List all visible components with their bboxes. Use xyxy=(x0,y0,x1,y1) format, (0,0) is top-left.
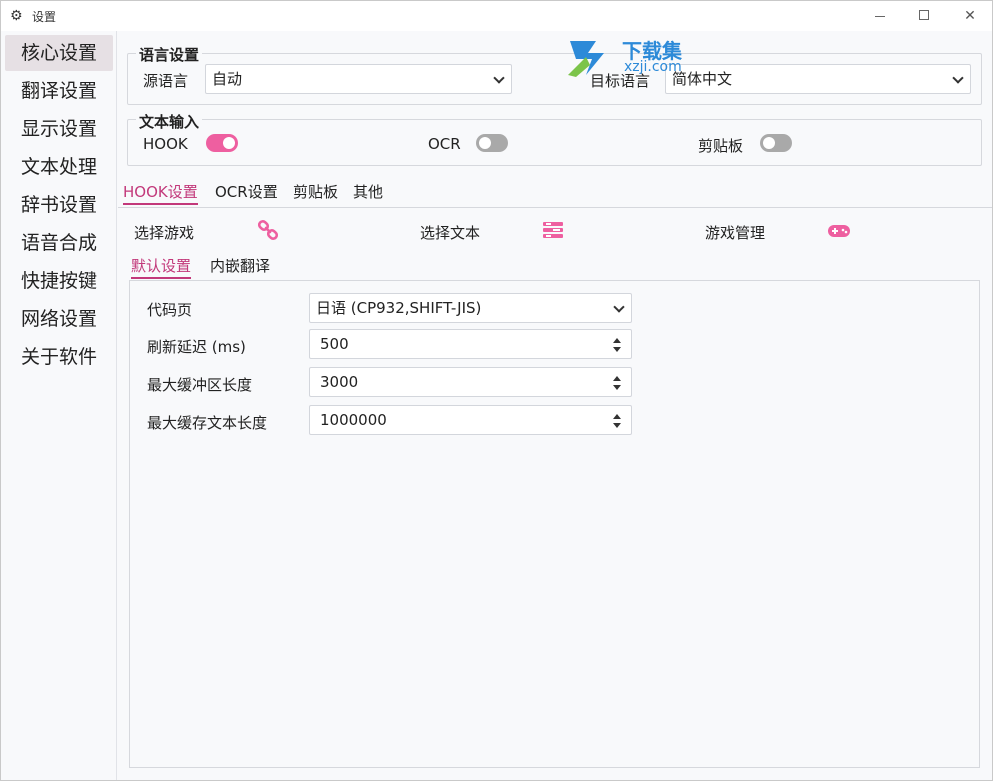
minimize-icon xyxy=(875,15,885,17)
spin-up-icon[interactable] xyxy=(613,414,621,419)
chevron-down-icon xyxy=(613,301,625,313)
minimize-button[interactable] xyxy=(857,1,903,31)
sidebar-item-hotkeys[interactable]: 快捷按键 xyxy=(5,263,113,299)
maximize-button[interactable] xyxy=(901,1,947,31)
codepage-label: 代码页 xyxy=(147,301,193,319)
sidebar-item-display[interactable]: 显示设置 xyxy=(5,111,113,147)
game-manage-label: 游戏管理 xyxy=(705,224,766,242)
list-icon[interactable] xyxy=(542,219,564,241)
watermark-url: xzji.com xyxy=(624,59,682,75)
source-language-select[interactable]: 自动 xyxy=(205,64,512,94)
sidebar-item-text-processing[interactable]: 文本处理 xyxy=(5,149,113,185)
sidebar-item-network[interactable]: 网络设置 xyxy=(5,301,113,337)
refresh-delay-label: 刷新延迟 (ms) xyxy=(147,338,246,356)
title-bar: ⚙ 设置 ✕ xyxy=(1,1,992,31)
clipboard-label: 剪贴板 xyxy=(698,137,744,155)
source-language-label: 源语言 xyxy=(143,72,189,90)
select-game-label: 选择游戏 xyxy=(134,224,195,242)
max-cache-label: 最大缓存文本长度 xyxy=(147,414,268,432)
tab-ocr-settings[interactable]: OCR设置 xyxy=(215,181,278,205)
language-group-title: 语言设置 xyxy=(136,44,203,65)
close-icon: ✕ xyxy=(964,8,976,24)
hook-toggle[interactable] xyxy=(206,134,238,152)
subtab-default-settings[interactable]: 默认设置 xyxy=(131,255,192,279)
sidebar-item-core[interactable]: 核心设置 xyxy=(5,35,113,71)
codepage-value: 日语 (CP932,SHIFT-JIS) xyxy=(316,299,482,317)
sidebar: 核心设置 翻译设置 显示设置 文本处理 辞书设置 语音合成 快捷按键 网络设置 … xyxy=(1,31,117,780)
chevron-down-icon xyxy=(493,72,505,84)
max-buffer-value: 3000 xyxy=(320,373,359,391)
tab-other[interactable]: 其他 xyxy=(353,181,383,205)
tab-clipboard[interactable]: 剪贴板 xyxy=(293,181,338,205)
toggle-knob xyxy=(763,137,775,149)
maximize-icon xyxy=(919,10,929,20)
settings-window: ⚙ 设置 ✕ 核心设置 翻译设置 显示设置 文本处理 辞书设置 语音合成 快捷按… xyxy=(0,0,993,781)
spin-down-icon[interactable] xyxy=(613,347,621,352)
subtab-embedded-translation[interactable]: 内嵌翻译 xyxy=(210,255,270,279)
toggle-knob xyxy=(223,137,235,149)
gear-icon: ⚙ xyxy=(10,8,23,24)
source-language-value: 自动 xyxy=(212,70,243,88)
close-button[interactable]: ✕ xyxy=(947,1,993,31)
window-title: 设置 xyxy=(32,10,57,24)
spin-down-icon[interactable] xyxy=(613,423,621,428)
max-buffer-label: 最大缓冲区长度 xyxy=(147,376,253,394)
target-language-select[interactable]: 简体中文 xyxy=(665,64,971,94)
codepage-select[interactable]: 日语 (CP932,SHIFT-JIS) xyxy=(309,293,632,323)
spin-up-icon[interactable] xyxy=(613,376,621,381)
max-cache-spinbox[interactable]: 1000000 xyxy=(309,405,632,435)
text-input-group-title: 文本输入 xyxy=(136,111,203,132)
toggle-knob xyxy=(479,137,491,149)
tab-hook-settings[interactable]: HOOK设置 xyxy=(123,181,198,205)
link-icon[interactable] xyxy=(257,219,279,241)
refresh-delay-spinbox[interactable]: 500 xyxy=(309,329,632,359)
max-buffer-spinbox[interactable]: 3000 xyxy=(309,367,632,397)
sidebar-item-about[interactable]: 关于软件 xyxy=(5,339,113,375)
sidebar-item-translate[interactable]: 翻译设置 xyxy=(5,73,113,109)
ocr-label: OCR xyxy=(428,135,461,153)
spin-up-icon[interactable] xyxy=(613,338,621,343)
watermark-logo: 下载集 xzji.com xyxy=(566,35,706,79)
gamepad-icon[interactable] xyxy=(827,221,850,243)
ocr-toggle[interactable] xyxy=(476,134,508,152)
main-content: 语言设置 源语言 自动 目标语言 简体中文 文本输入 HOOK OCR 剪贴板 … xyxy=(118,31,992,780)
refresh-delay-value: 500 xyxy=(320,335,349,353)
select-text-label: 选择文本 xyxy=(420,224,481,242)
sidebar-item-tts[interactable]: 语音合成 xyxy=(5,225,113,261)
clipboard-toggle[interactable] xyxy=(760,134,792,152)
max-cache-value: 1000000 xyxy=(320,411,387,429)
hook-label: HOOK xyxy=(143,135,188,153)
text-input-group xyxy=(127,119,982,166)
spin-down-icon[interactable] xyxy=(613,385,621,390)
chevron-down-icon xyxy=(952,72,964,84)
sidebar-item-dictionary[interactable]: 辞书设置 xyxy=(5,187,113,223)
